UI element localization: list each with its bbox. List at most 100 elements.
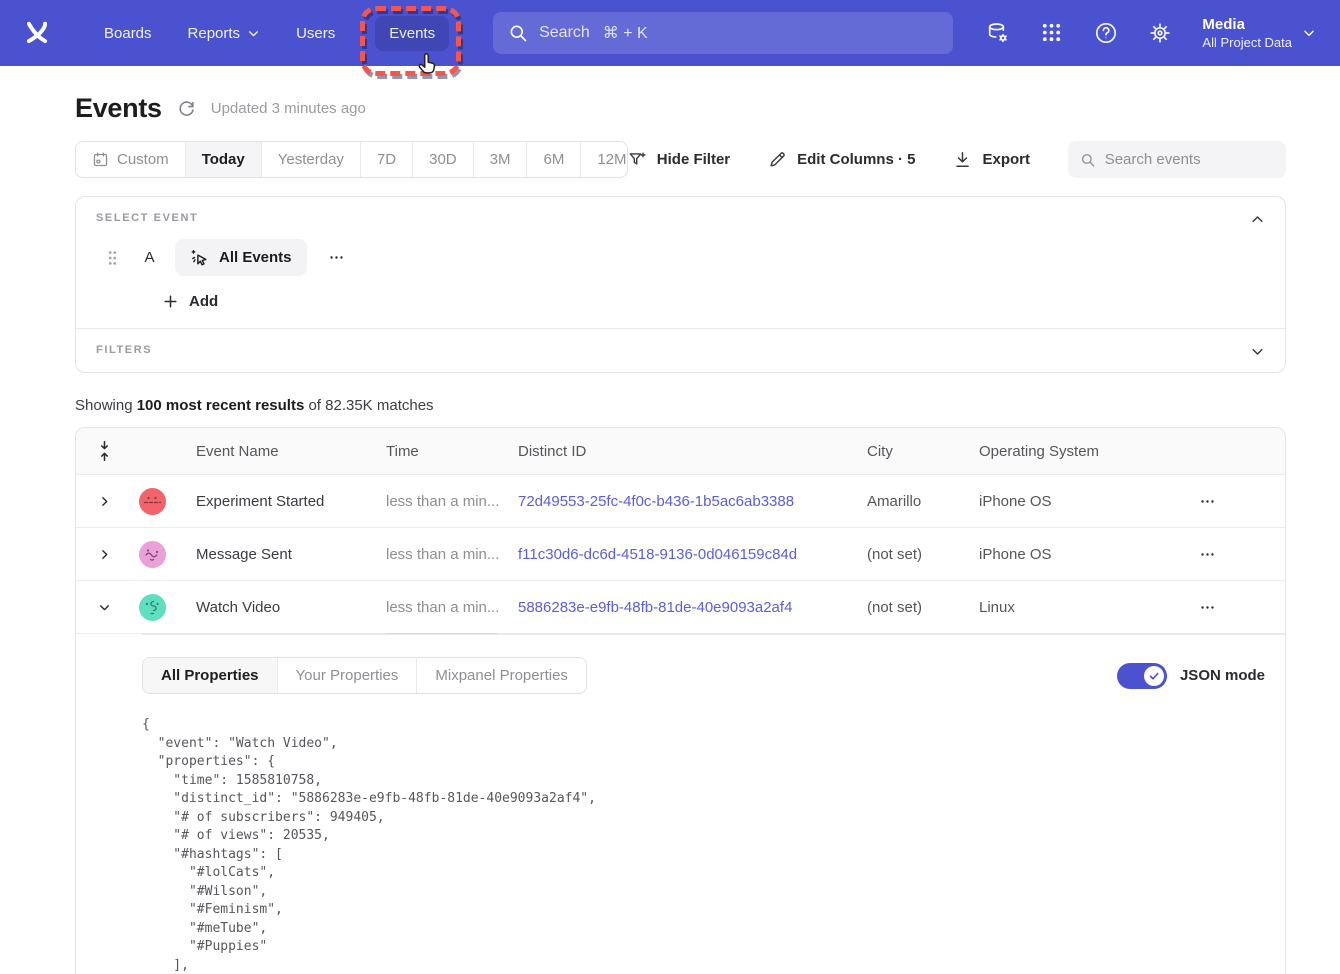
detail-header: All Properties Your Properties Mixpanel … [142,657,1265,694]
project-selector[interactable]: Media All Project Data [1202,15,1316,51]
date-range-custom[interactable]: Custom [76,142,186,177]
results-highlight: 100 most recent results [137,397,305,414]
cell-distinct-id-link[interactable]: 72d49553-25fc-4f0c-b436-1b5ac6ab3388 [518,493,867,510]
json-mode-control: JSON mode [1117,663,1265,689]
column-header-os[interactable]: Operating System [979,443,1129,460]
cell-os: iPhone OS [979,493,1129,510]
date-range-12m[interactable]: 12M [581,142,627,177]
table-header-row: Event Name Time Distinct ID City Operati… [76,428,1285,475]
date-range-selector: Custom Today Yesterday 7D 30D 3M 6M 12M [75,141,628,178]
row-expand-button[interactable] [93,490,116,513]
search-events-input[interactable] [1105,151,1274,168]
column-header-event-name[interactable]: Event Name [196,443,386,460]
navbar-right-group: Media All Project Data [986,15,1316,51]
date-range-yesterday[interactable]: Yesterday [262,142,361,177]
nav-item-users[interactable]: Users [282,16,349,51]
cell-os: Linux [979,599,1129,616]
row-menu-button[interactable] [1193,540,1222,569]
json-mode-label: JSON mode [1180,667,1265,684]
refresh-button[interactable] [177,99,196,118]
date-range-6m[interactable]: 6M [527,142,581,177]
table-row[interactable]: Experiment Started less than a min... 72… [76,475,1285,528]
chevron-right-icon [98,495,111,508]
pencil-icon [768,150,787,169]
date-range-3m[interactable]: 3M [474,142,528,177]
date-range-30d[interactable]: 30D [413,142,474,177]
hide-filter-button[interactable]: Hide Filter [628,150,730,169]
row-menu-button[interactable] [1193,487,1222,516]
project-subtitle: All Project Data [1202,34,1292,51]
event-more-options-button[interactable] [324,245,349,270]
chevron-down-icon [1302,26,1316,40]
tab-your-properties[interactable]: Your Properties [278,658,418,693]
row-collapse-button[interactable] [93,596,116,619]
chevron-right-icon [98,548,111,561]
cell-time: less than a min... [386,599,518,616]
search-icon [508,23,528,43]
mixpanel-logo-icon [22,18,52,48]
filters-heading: FILTERS [96,344,1265,356]
results-prefix: Showing [75,397,137,414]
help-icon[interactable] [1094,21,1118,45]
filter-funnel-icon [628,150,647,169]
global-search-placeholder: Search [539,24,590,42]
tab-all-properties[interactable]: All Properties [143,658,278,693]
nav-item-reports[interactable]: Reports [174,16,275,51]
data-management-icon[interactable] [986,21,1010,45]
cell-distinct-id-link[interactable]: f11c30d6-dc6d-4518-9136-0d046159c84d [518,546,867,563]
apps-grid-icon[interactable] [1040,21,1064,45]
row-menu-button[interactable] [1193,593,1222,622]
plus-icon [162,293,179,310]
edit-columns-button[interactable]: Edit Columns · 5 [768,150,915,169]
export-button[interactable]: Export [953,150,1030,169]
global-search-shortcut: ⌘ + K [603,23,648,43]
tab-mixpanel-properties[interactable]: Mixpanel Properties [417,658,586,693]
cell-time: less than a min... [386,493,518,510]
mixpanel-logo[interactable] [22,18,52,48]
settings-gear-icon[interactable] [1148,21,1172,45]
column-header-city[interactable]: City [867,443,979,460]
cell-city: (not set) [867,546,979,563]
search-events-field[interactable] [1068,141,1286,178]
global-search-input[interactable]: Search ⌘ + K [493,12,953,54]
json-mode-toggle[interactable] [1117,663,1167,689]
table-toolbar: Hide Filter Edit Columns · 5 Export [628,141,1286,178]
events-table: Event Name Time Distinct ID City Operati… [75,427,1286,974]
column-header-distinct-id[interactable]: Distinct ID [518,443,867,460]
event-row-letter: A [142,249,157,266]
expand-filters-button[interactable] [1246,340,1269,368]
primary-nav: Boards Reports Users Events [90,16,449,51]
event-avatar [139,594,166,621]
cell-event-name: Message Sent [196,546,386,563]
add-event-button[interactable]: Add [162,293,218,310]
expand-collapse-all-icon[interactable] [98,440,111,462]
column-header-time[interactable]: Time [386,443,518,460]
check-icon [1148,670,1160,682]
nav-item-events[interactable]: Events [375,16,449,51]
nav-item-boards[interactable]: Boards [90,16,166,51]
search-icon [1080,151,1096,169]
event-selector-chip[interactable]: All Events [175,239,307,276]
chevron-down-icon [247,27,260,40]
chevron-down-icon [1250,344,1265,359]
cell-event-name: Watch Video [196,599,386,616]
chevron-up-icon [1250,212,1265,227]
toggle-knob [1144,666,1164,686]
event-json-viewer[interactable]: { "event": "Watch Video", "properties": … [142,716,1265,974]
drag-handle-icon[interactable] [105,249,120,267]
page-header: Events Updated 3 minutes ago [75,93,1286,124]
row-expand-button[interactable] [93,543,116,566]
table-row-expanded[interactable]: Watch Video less than a min... 5886283e-… [76,581,1285,634]
cell-distinct-id-link[interactable]: 5886283e-e9fb-48fb-81de-40e9093a2af4 [518,599,867,616]
select-event-heading: SELECT EVENT [96,212,1265,224]
date-range-7d[interactable]: 7D [361,142,413,177]
table-row[interactable]: Message Sent less than a min... f11c30d6… [76,528,1285,581]
nav-item-reports-label: Reports [188,25,241,42]
collapse-section-button[interactable] [1246,208,1269,236]
controls-row: Custom Today Yesterday 7D 30D 3M 6M 12M … [75,141,1286,178]
properties-tabs: All Properties Your Properties Mixpanel … [142,657,587,694]
cell-os: iPhone OS [979,546,1129,563]
project-name: Media [1202,15,1292,34]
date-range-today[interactable]: Today [186,142,262,177]
edit-columns-label: Edit Columns · 5 [797,151,915,168]
